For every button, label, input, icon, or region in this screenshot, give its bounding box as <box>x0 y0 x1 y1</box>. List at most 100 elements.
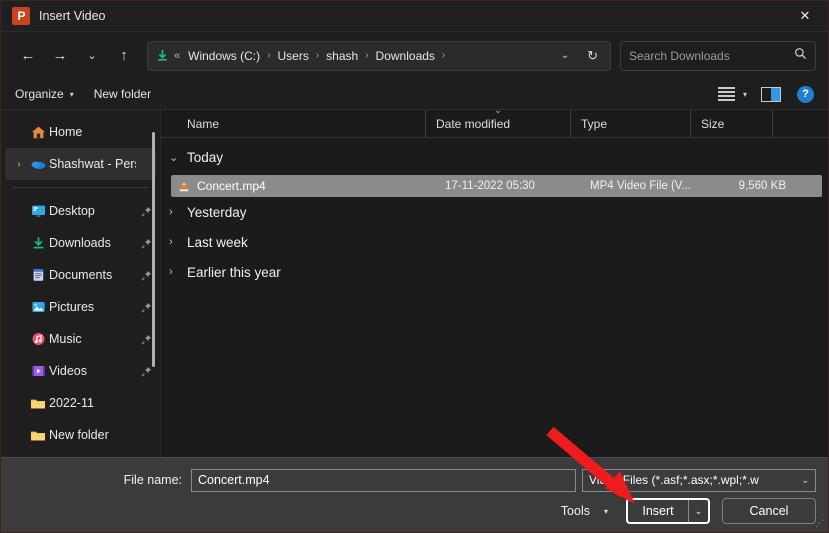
sidebar-item-videos[interactable]: Videos <box>5 355 156 387</box>
file-list-pane: Name ⌄ Date modified Type Size ⌄ Today C… <box>161 105 828 457</box>
cancel-button[interactable]: Cancel <box>722 498 816 524</box>
help-button[interactable]: ? <box>797 85 814 103</box>
column-header-date-label: Date modified <box>436 116 511 131</box>
navigation-pane: Home › Shashwat - Pers Desktop Downloads… <box>1 110 161 457</box>
sidebar-item-onedrive[interactable]: › Shashwat - Pers <box>5 148 156 180</box>
file-type-filter-value: Video Files (*.asf;*.asx;*.wpl;*.w <box>589 473 759 487</box>
chevron-down-icon: ⌄ <box>801 474 809 485</box>
insert-video-dialog: P Insert Video ✕ ← → ⌄ ↑ « Windows (C:) … <box>0 0 829 533</box>
group-label: Today <box>187 149 224 165</box>
column-headers: Name ⌄ Date modified Type Size <box>161 105 828 138</box>
breadcrumb-overflow[interactable]: « <box>172 50 186 62</box>
file-type-filter-dropdown[interactable]: Video Files (*.asf;*.asx;*.wpl;*.w ⌄ <box>582 468 816 492</box>
file-name-input[interactable]: Concert.mp4 <box>191 468 576 492</box>
insert-button[interactable]: Insert ⌄ <box>626 498 710 524</box>
table-row[interactable]: Concert.mp4 17-11-2022 05:30 MP4 Video F… <box>171 175 822 197</box>
group-label: Earlier this year <box>187 264 281 280</box>
chevron-down-icon: ▾ <box>603 506 608 516</box>
chevron-right-icon[interactable]: › <box>169 206 187 218</box>
sidebar-item-label: Music <box>49 332 82 346</box>
sidebar-item-label: Desktop <box>49 204 95 218</box>
search-box[interactable]: Search Downloads <box>620 40 816 71</box>
breadcrumb-separator: › <box>365 50 369 61</box>
breadcrumb-users[interactable]: Users <box>275 49 310 63</box>
breadcrumb-downloads[interactable]: Downloads <box>374 49 437 63</box>
videos-icon <box>27 364 49 378</box>
column-header-date[interactable]: ⌄ Date modified <box>425 105 570 137</box>
dialog-body: Home › Shashwat - Pers Desktop Downloads… <box>1 105 828 457</box>
column-header-name[interactable]: Name <box>161 110 425 137</box>
home-icon <box>27 125 49 140</box>
view-layout-button[interactable]: ▾ <box>717 87 747 101</box>
tools-button[interactable]: Tools ▾ <box>561 504 608 518</box>
sidebar-item-music[interactable]: Music <box>5 323 156 355</box>
forward-button[interactable]: → <box>45 41 75 71</box>
chevron-right-icon[interactable]: › <box>169 236 187 248</box>
sidebar-item-label: Videos <box>49 364 87 378</box>
command-bar: Organize ▾ New folder ▾ ? <box>1 79 828 110</box>
desktop-icon <box>27 204 49 218</box>
column-header-type[interactable]: Type <box>570 110 690 137</box>
pictures-icon <box>27 300 49 314</box>
close-button[interactable]: ✕ <box>782 1 828 32</box>
file-rows: ⌄ Today Concert.mp4 17-11-2022 05:30 MP4… <box>161 138 828 457</box>
file-name-label: File name: <box>123 473 182 487</box>
sidebar-item-downloads[interactable]: Downloads <box>5 227 156 259</box>
sidebar-item-label: 2022-11 <box>49 396 94 410</box>
group-header-last-week[interactable]: › Last week <box>161 227 828 257</box>
address-bar[interactable]: « Windows (C:) › Users › shash › Downloa… <box>147 40 611 71</box>
group-header-today[interactable]: ⌄ Today <box>161 142 828 172</box>
downloads-icon <box>152 49 172 62</box>
file-size: 9,560 KB <box>738 180 786 192</box>
chevron-right-icon[interactable]: › <box>169 266 187 278</box>
breadcrumb-separator: › <box>441 50 446 61</box>
breadcrumb-user[interactable]: shash <box>324 49 360 63</box>
sidebar-item-documents[interactable]: Documents <box>5 259 156 291</box>
folder-icon <box>27 397 49 410</box>
back-button[interactable]: ← <box>13 41 43 71</box>
column-header-size[interactable]: Size <box>690 110 772 137</box>
group-label: Yesterday <box>187 204 247 220</box>
dialog-footer: File name: Concert.mp4 Video Files (*.as… <box>1 457 828 532</box>
pane-right <box>771 87 780 101</box>
group-header-yesterday[interactable]: › Yesterday <box>161 197 828 227</box>
address-dropdown-icon[interactable]: ⌄ <box>551 50 579 61</box>
sidebar-item-label: Shashwat - Pers <box>49 157 136 171</box>
group-header-earlier-this-year[interactable]: › Earlier this year <box>161 257 828 287</box>
search-input[interactable]: Search Downloads <box>629 49 794 63</box>
sidebar-divider <box>13 187 148 188</box>
chevron-down-icon[interactable]: ⌄ <box>169 151 187 164</box>
column-header-end <box>772 110 828 137</box>
file-name: Concert.mp4 <box>197 179 266 193</box>
insert-label[interactable]: Insert <box>628 500 688 522</box>
chevron-down-icon: ▾ <box>69 89 74 99</box>
sidebar-scrollbar[interactable] <box>152 132 155 367</box>
chevron-right-icon[interactable]: › <box>11 159 27 170</box>
up-button[interactable]: ↑ <box>109 41 139 71</box>
recent-locations-button[interactable]: ⌄ <box>77 41 107 71</box>
pin-icon[interactable] <box>136 366 156 377</box>
documents-icon <box>27 268 49 282</box>
sidebar-item-new-folder[interactable]: New folder <box>5 419 156 451</box>
sort-indicator-icon: ⌄ <box>494 105 502 115</box>
sidebar-item-home[interactable]: Home <box>5 116 156 148</box>
sidebar-item-folder-2022-11[interactable]: 2022-11 <box>5 387 156 419</box>
sidebar-item-desktop[interactable]: Desktop <box>5 195 156 227</box>
organize-button[interactable]: Organize ▾ <box>15 87 74 101</box>
downloads-icon <box>27 236 49 250</box>
breadcrumb-drive[interactable]: Windows (C:) <box>186 49 262 63</box>
insert-dropdown-icon[interactable]: ⌄ <box>688 500 708 522</box>
breadcrumb-separator: › <box>267 50 271 61</box>
tools-label: Tools <box>560 504 590 518</box>
pane-left <box>762 87 771 101</box>
vlc-media-icon <box>171 179 197 193</box>
sidebar-item-label: Downloads <box>49 236 111 250</box>
refresh-icon[interactable]: ↻ <box>579 48 606 64</box>
preview-pane-icon[interactable] <box>761 86 781 102</box>
sidebar-item-pictures[interactable]: Pictures <box>5 291 156 323</box>
sidebar-item-label: Home <box>49 125 83 139</box>
new-folder-button[interactable]: New folder <box>94 87 151 101</box>
music-icon <box>27 332 49 346</box>
resize-grip-icon[interactable]: ⋰ <box>815 518 824 529</box>
file-name-row: File name: Concert.mp4 Video Files (*.as… <box>1 458 828 495</box>
